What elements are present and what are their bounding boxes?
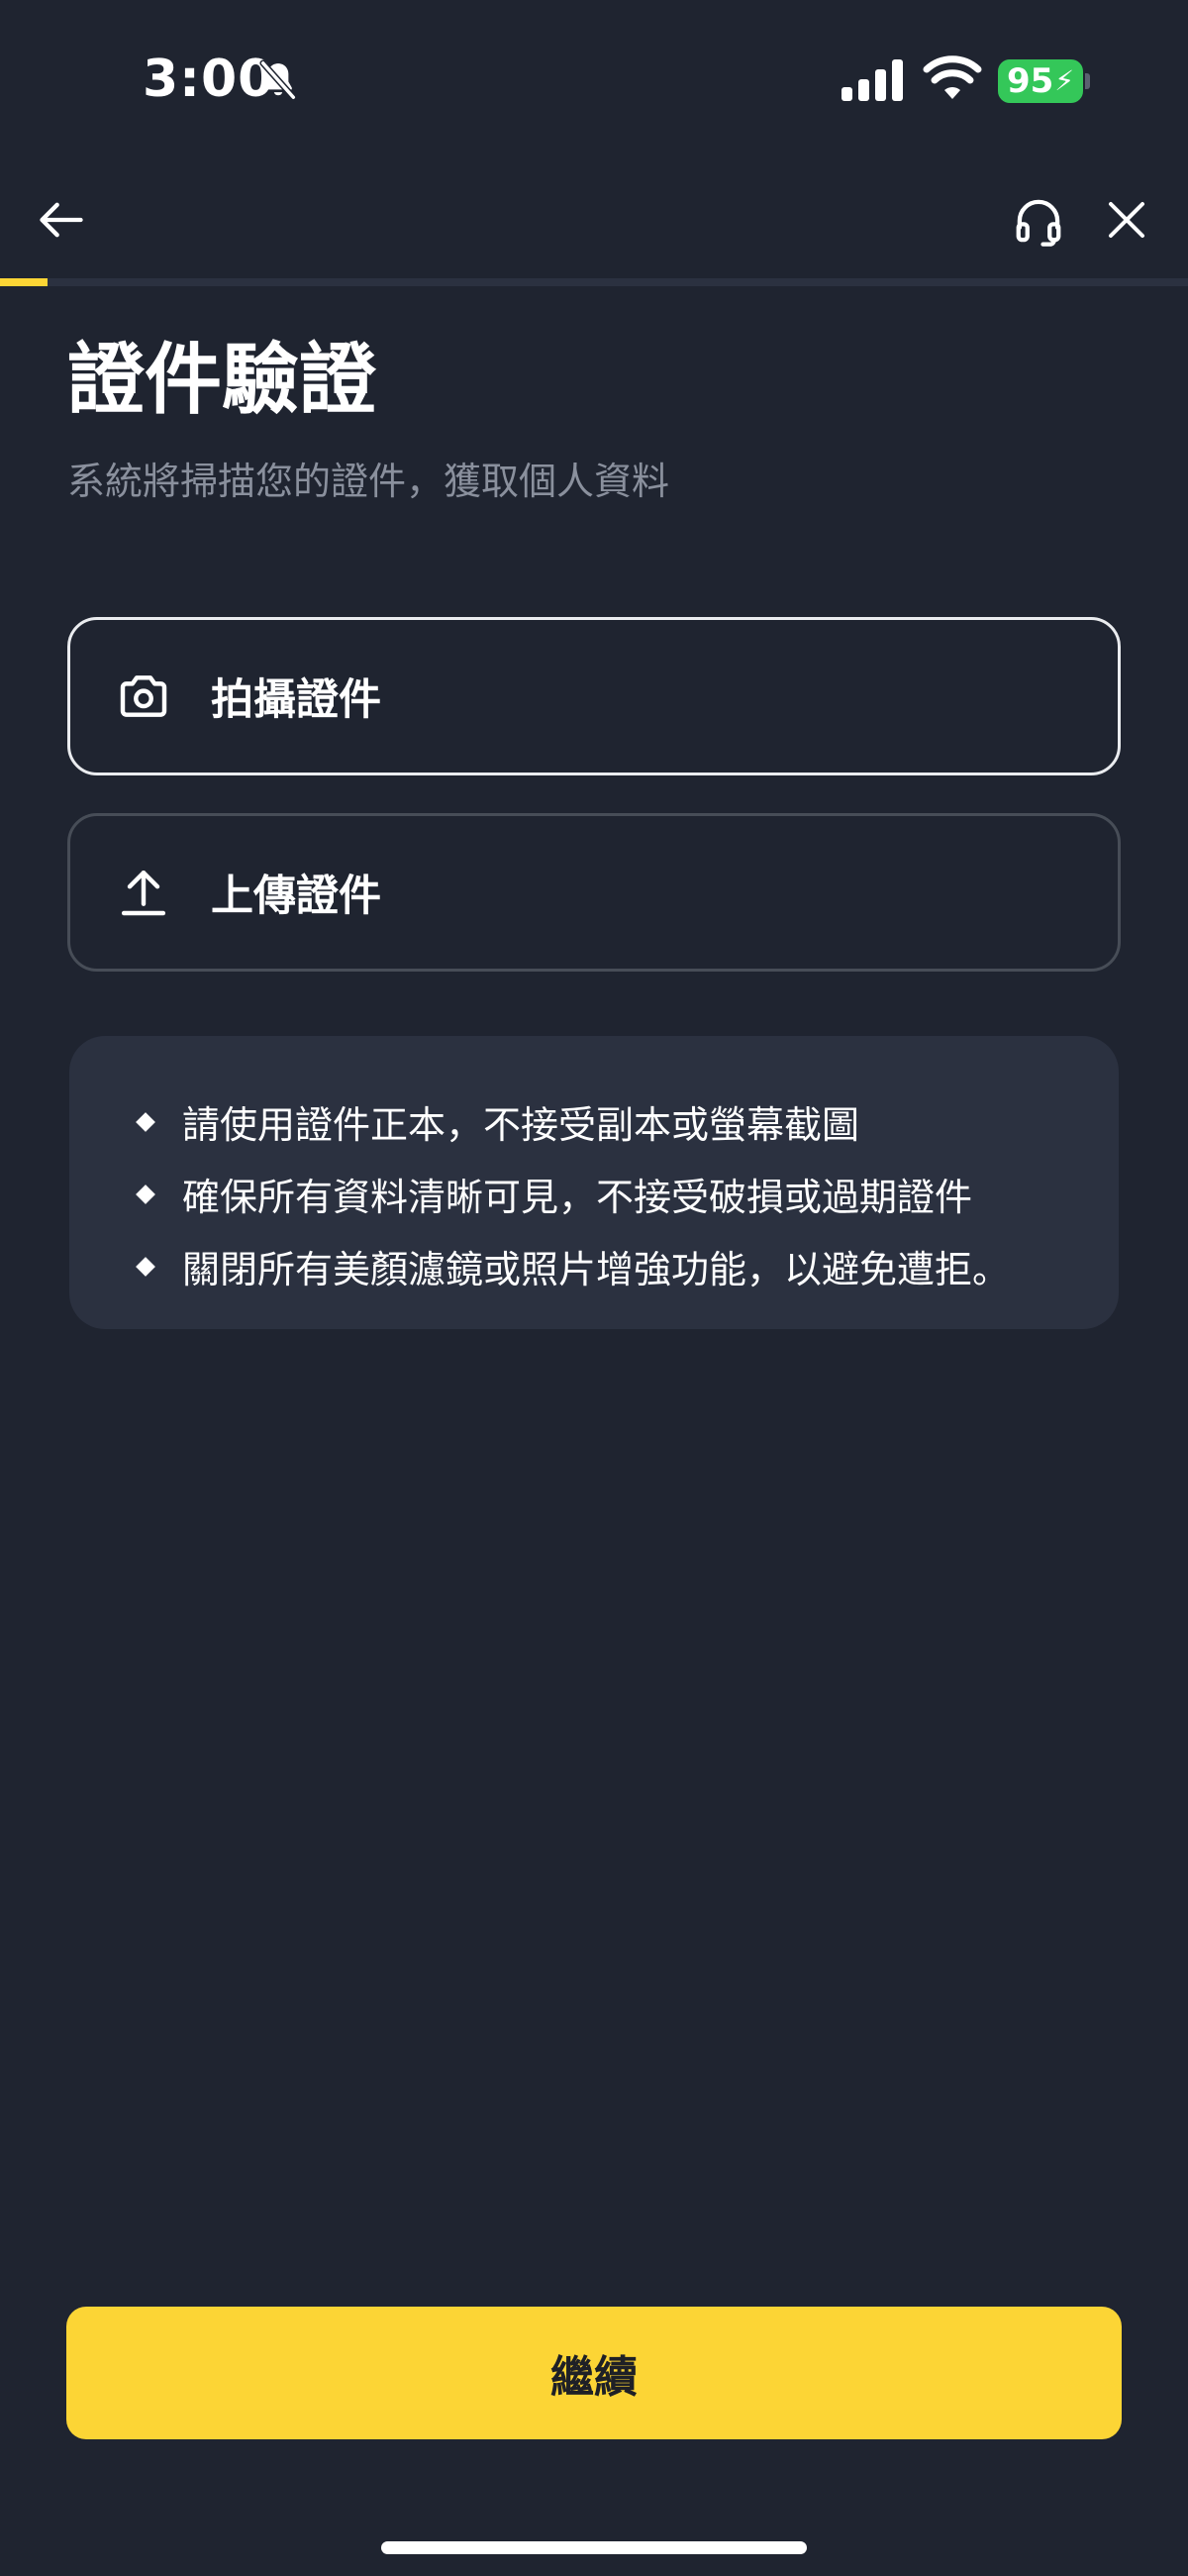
take-photo-label: 拍攝證件 xyxy=(211,675,381,725)
continue-button[interactable]: 繼續 xyxy=(66,2307,1122,2439)
diamond-bullet-icon xyxy=(136,1184,155,1204)
tip-item: 確保所有資料清晰可見，不接受破損或過期證件 xyxy=(136,1158,1119,1230)
page-subtitle: 系統將掃描您的證件，獲取個人資料 xyxy=(67,460,670,503)
take-photo-button[interactable]: 拍攝證件 xyxy=(67,617,1121,775)
tip-item: 關閉所有美顏濾鏡或照片增強功能，以避免遭拒。 xyxy=(136,1230,1119,1302)
home-indicator[interactable] xyxy=(381,2541,807,2554)
tip-text: 請使用證件正本，不接受副本或螢幕截圖 xyxy=(182,1103,860,1147)
upload-document-button[interactable]: 上傳證件 xyxy=(67,813,1121,972)
tip-text: 確保所有資料清晰可見，不接受破損或過期證件 xyxy=(182,1176,973,1219)
battery-cap xyxy=(1085,73,1090,89)
bell-slash-icon xyxy=(259,59,297,101)
upload-document-label: 上傳證件 xyxy=(211,872,381,921)
diamond-bullet-icon xyxy=(136,1256,155,1277)
wifi-icon xyxy=(923,55,982,99)
diamond-bullet-icon xyxy=(136,1111,155,1132)
cellular-signal-icon xyxy=(842,59,903,101)
upload-icon xyxy=(121,870,166,916)
progress-bar-fill xyxy=(0,278,48,286)
camera-icon xyxy=(120,675,167,717)
tip-text: 關閉所有美顏濾鏡或照片增強功能，以避免遭拒。 xyxy=(182,1248,1011,1291)
headset-icon[interactable] xyxy=(1012,194,1065,248)
progress-bar xyxy=(0,278,1188,286)
battery-icon: 95 ⚡ xyxy=(998,59,1083,103)
tips-card: 請使用證件正本，不接受副本或螢幕截圖 確保所有資料清晰可見，不接受破損或過期證件… xyxy=(69,1036,1119,1329)
back-arrow-icon[interactable] xyxy=(36,194,87,246)
status-bar: 3:00 95 ⚡ xyxy=(0,0,1188,158)
page-title: 證件驗證 xyxy=(67,336,377,425)
charging-bolt-icon: ⚡ xyxy=(1054,64,1074,97)
close-icon[interactable] xyxy=(1103,196,1150,244)
tip-item: 請使用證件正本，不接受副本或螢幕截圖 xyxy=(136,1085,1119,1158)
battery-level: 95 xyxy=(1007,61,1054,101)
